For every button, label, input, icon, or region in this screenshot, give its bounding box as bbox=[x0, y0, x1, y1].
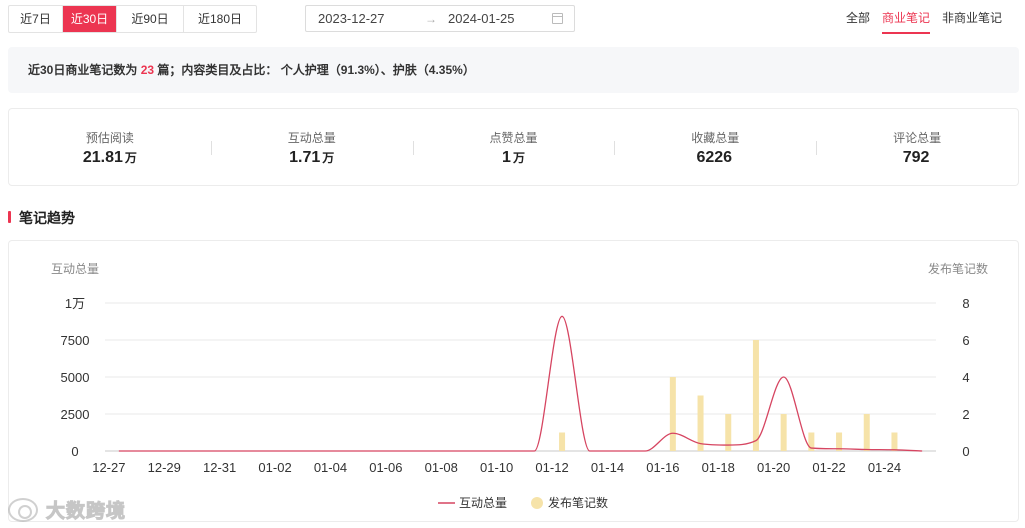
tab-180-days[interactable]: 近180日 bbox=[184, 6, 256, 32]
summary-banner: 近30日商业笔记数为 23 篇；内容类目及占比： 个人护理（91.3%）、护肤（… bbox=[8, 47, 1019, 93]
x-tick-label: 01-16 bbox=[646, 460, 679, 475]
summary-prefix: 近30日商业笔记数为 bbox=[28, 63, 138, 77]
legend-label-interactions: 互动总量 bbox=[459, 496, 507, 510]
stat-value: 6226 bbox=[696, 149, 733, 166]
watermark: 大数跨境 bbox=[8, 496, 126, 523]
legend-bar-swatch bbox=[531, 497, 543, 509]
y-left-tick-label: 2500 bbox=[61, 407, 90, 422]
x-tick-label: 01-02 bbox=[258, 460, 291, 475]
note-type-tabs: 全部 商业笔记 非商业笔记 bbox=[832, 5, 1022, 34]
x-tick-label: 01-08 bbox=[425, 460, 458, 475]
watermark-logo-icon bbox=[8, 497, 38, 522]
y-right-tick-label: 4 bbox=[962, 370, 969, 385]
x-tick-label: 01-18 bbox=[702, 460, 735, 475]
x-tick-label: 01-24 bbox=[868, 460, 901, 475]
x-tick-label: 01-12 bbox=[535, 460, 568, 475]
x-tick-label: 01-22 bbox=[812, 460, 845, 475]
x-tick-label: 12-27 bbox=[92, 460, 125, 475]
stat-total-likes: 点赞总量 1万 bbox=[412, 109, 615, 185]
summary-categories: 个人护理（91.3%）、护肤（4.35%） bbox=[280, 63, 475, 77]
stat-estimated-reads: 预估阅读 21.81 万 bbox=[9, 109, 211, 185]
y-left-tick-label: 1万 bbox=[65, 296, 85, 311]
calendar-icon[interactable] bbox=[552, 13, 563, 24]
section-title: 笔记趋势 bbox=[8, 208, 75, 228]
x-tick-label: 12-31 bbox=[203, 460, 236, 475]
y-right-tick-label: 2 bbox=[962, 407, 969, 422]
note-trend-chart: 互动总量 发布笔记数 0 0 2500 2 5000 4 7500 6 1万 8 12-27 12-29 1… bbox=[8, 240, 1019, 522]
tab-7-days[interactable]: 近7日 bbox=[9, 6, 63, 32]
summary-count: 23 bbox=[140, 63, 155, 77]
y-right-axis-title: 发布笔记数 bbox=[928, 261, 988, 276]
stat-label: 收藏总量 bbox=[691, 131, 740, 145]
stat-value: 1.71 万 bbox=[289, 149, 335, 166]
stat-label: 评论总量 bbox=[893, 131, 942, 145]
stat-value: 21.81 万 bbox=[82, 149, 137, 166]
bar-note-count bbox=[752, 340, 759, 451]
stat-total-favorites: 收藏总量 6226 bbox=[614, 109, 816, 185]
x-tick-label: 01-10 bbox=[480, 460, 513, 475]
y-left-axis-title: 互动总量 bbox=[51, 262, 99, 276]
x-tick-label: 01-04 bbox=[314, 460, 347, 475]
y-right-tick-label: 8 bbox=[962, 296, 969, 311]
bar-note-count bbox=[559, 432, 566, 451]
stat-value: 1万 bbox=[502, 149, 525, 166]
date-end-input[interactable]: 2024-01-25 bbox=[448, 11, 515, 26]
tab-30-days[interactable]: 近30日 bbox=[63, 6, 117, 32]
stat-total-interactions: 互动总量 1.71 万 bbox=[210, 109, 413, 185]
x-tick-label: 01-06 bbox=[369, 460, 402, 475]
chart-svg: 互动总量 发布笔记数0 02500 25000 47500 61万 812-27 12-29 1… bbox=[51, 261, 988, 510]
y-left-tick-label: 7500 bbox=[61, 333, 90, 348]
tab-non-commercial-notes[interactable]: 非商业笔记 bbox=[936, 5, 1008, 33]
stat-label: 预估阅读 bbox=[85, 131, 134, 145]
y-left-tick-label: 5000 bbox=[61, 370, 90, 385]
date-start-input[interactable]: 2023-12-27 bbox=[318, 11, 385, 26]
stat-label: 互动总量 bbox=[287, 131, 336, 145]
tab-90-days[interactable]: 近90日 bbox=[117, 6, 184, 32]
watermark-text: 大数跨境 bbox=[45, 501, 127, 523]
legend-label-note-count: 发布笔记数 bbox=[548, 495, 608, 510]
stat-value: 792 bbox=[902, 149, 930, 166]
date-range-picker[interactable]: 2023-12-27 → 2024-01-25 bbox=[305, 5, 575, 32]
stats-panel: 预估阅读 21.81 万 互动总量 1.71 万 点赞总量 1万 收藏总量 6226… bbox=[8, 108, 1019, 186]
summary-suffix: 篇；内容类目及占比： bbox=[157, 63, 278, 77]
tab-all-notes[interactable]: 全部 bbox=[840, 5, 876, 33]
y-right-tick-label: 6 bbox=[962, 333, 969, 348]
x-tick-label: 01-20 bbox=[757, 460, 790, 475]
stat-label: 点赞总量 bbox=[489, 131, 538, 145]
y-right-tick-label: 0 bbox=[962, 444, 969, 459]
line-total-interactions bbox=[118, 315, 923, 452]
bar-note-count bbox=[669, 377, 676, 451]
arrow-right-icon: → bbox=[425, 11, 437, 26]
bar-note-count bbox=[780, 414, 787, 451]
y-left-tick-label: 0 bbox=[71, 444, 78, 459]
tab-commercial-notes[interactable]: 商业笔记 bbox=[876, 5, 936, 34]
x-tick-label: 01-14 bbox=[591, 460, 624, 475]
stat-total-comments: 评论总量 792 bbox=[816, 109, 1018, 185]
bar-note-count bbox=[891, 432, 898, 451]
date-range-tabs: 近7日 近30日 近90日 近180日 bbox=[8, 5, 257, 33]
x-tick-label: 12-29 bbox=[148, 460, 181, 475]
bar-note-count bbox=[863, 414, 870, 451]
